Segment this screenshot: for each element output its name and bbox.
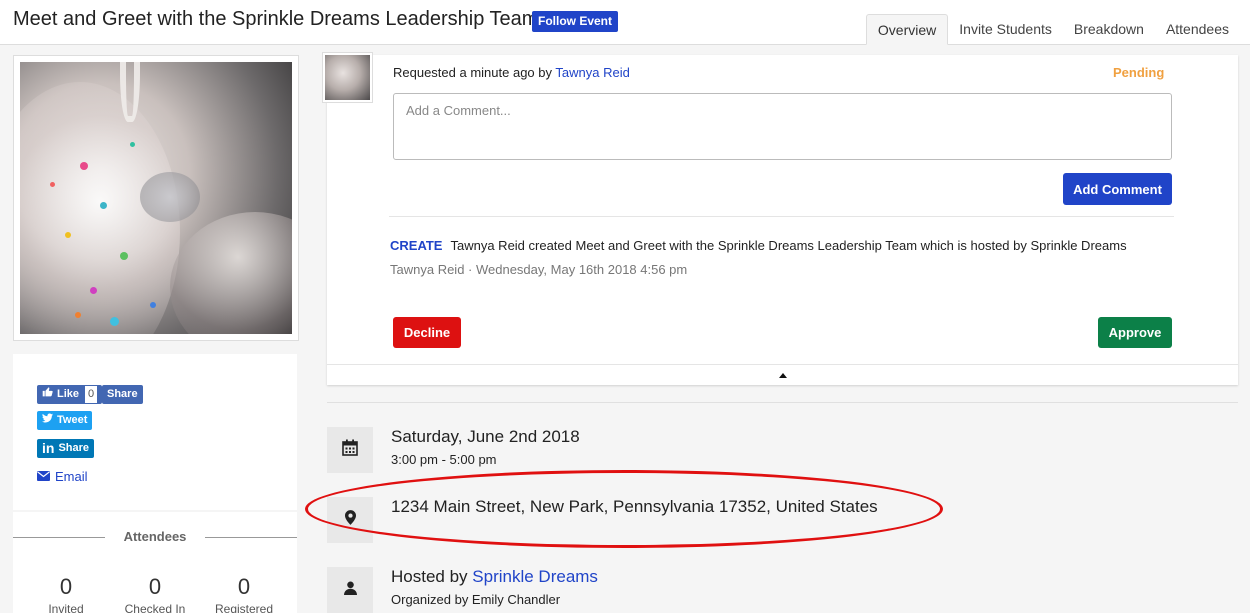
status-badge: Pending [1113,65,1165,80]
page-header: Meet and Greet with the Sprinkle Dreams … [0,0,1250,45]
stat-label: Invited [48,602,84,613]
facebook-share-button[interactable]: Share [102,385,143,404]
stat-value: 0 [59,574,73,599]
tweet-label: Tweet [57,414,88,426]
host-link[interactable]: Sprinkle Dreams [472,567,598,586]
event-photo [20,62,292,334]
stat-value: 0 [148,574,162,599]
location-icon-box [327,497,373,543]
activity-entry: CREATE Tawnya Reid created Meet and Greet… [390,238,1127,253]
comment-input[interactable] [393,93,1172,160]
linkedin-share-button[interactable]: in Share [37,439,95,458]
tweet-button[interactable]: Tweet [37,411,93,430]
request-card: Requested a minute ago by Tawnya Reid Pe… [327,55,1238,385]
divider [327,402,1238,403]
email-label: Email [55,469,88,484]
attendees-card: Attendees 0 Invited 0 Checked In 0 Regis… [13,512,297,613]
share-card: Like 0 Share Tweet in Share Email [13,354,297,510]
divider [389,216,1174,217]
calendar-icon-box [327,427,373,473]
divider [205,537,297,538]
email-share-link[interactable]: Email [37,469,88,484]
event-title: Meet and Greet with the Sprinkle Dreams … [13,8,539,30]
linkedin-icon: in [42,440,55,456]
organized-by: Organized by Emily Chandler [391,592,561,607]
follow-event-button[interactable]: Follow Event [532,11,619,32]
stat-label: Checked In [124,602,186,613]
event-photo-card [13,55,299,341]
activity-text: Tawnya Reid created Meet and Greet with … [450,238,1127,253]
activity-meta: Tawnya Reid · Wednesday, May 16th 2018 4… [390,262,688,277]
requested-line: Requested a minute ago by Tawnya Reid [393,65,630,80]
requested-prefix: Requested a minute ago by [393,65,552,80]
facebook-like-label: Like [57,388,80,400]
attendees-registered-stat: 0 Registered [199,574,289,613]
approve-button[interactable]: Approve [1098,317,1172,348]
hosted-by-line: Hosted by Sprinkle Dreams [391,567,598,587]
event-date: Saturday, June 2nd 2018 [391,427,580,446]
decline-button[interactable]: Decline [393,317,461,348]
user-icon [343,581,357,600]
twitter-bird-icon [42,411,53,430]
thumbs-up-icon [42,385,53,404]
stat-label: Registered [214,602,274,613]
host-icon-box [327,567,373,613]
linkedin-share-label: Share [58,442,90,454]
tab-attendees[interactable]: Attendees [1155,14,1240,45]
caret-up-icon [779,373,787,378]
event-address: 1234 Main Street, New Park, Pennsylvania… [391,497,878,516]
tab-breakdown[interactable]: Breakdown [1063,14,1155,45]
tab-invite-students[interactable]: Invite Students [948,14,1063,45]
attendees-invited-stat: 0 Invited [21,574,111,613]
collapse-toggle[interactable] [327,364,1238,385]
event-time: 3:00 pm - 5:00 pm [391,452,497,467]
envelope-icon [37,469,50,484]
avatar [322,52,373,103]
tab-overview[interactable]: Overview [865,14,949,45]
event-tabs: Overview Invite Students Breakdown Atten… [865,14,1240,45]
activity-type: CREATE [390,238,443,253]
add-comment-button[interactable]: Add Comment [1063,173,1172,205]
facebook-like-count: 0 [85,386,98,403]
facebook-like-button[interactable]: Like 0 [37,385,103,404]
requester-link[interactable]: Tawnya Reid [555,65,629,80]
map-pin-icon [344,510,356,530]
hosted-prefix: Hosted by [391,567,468,586]
attendees-checked-in-stat: 0 Checked In [110,574,200,613]
stat-value: 0 [237,574,251,599]
calendar-icon [342,439,358,461]
